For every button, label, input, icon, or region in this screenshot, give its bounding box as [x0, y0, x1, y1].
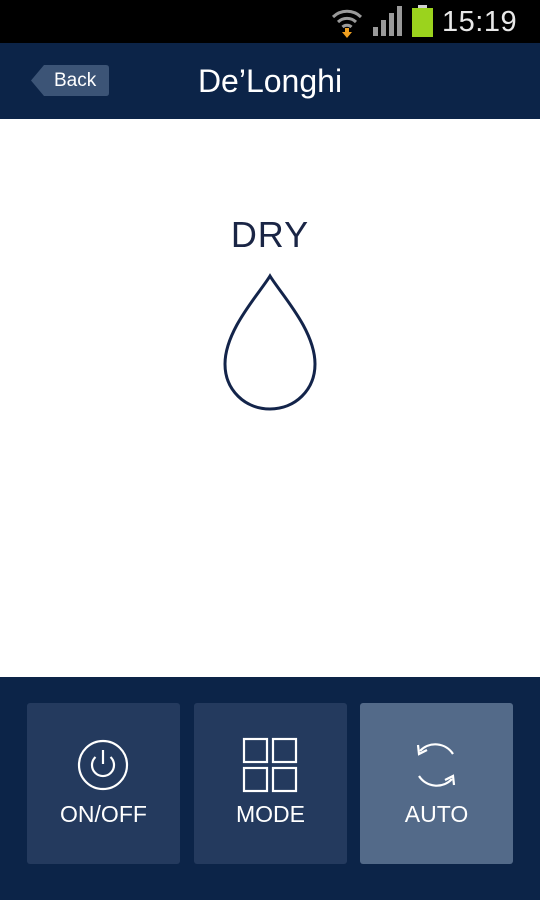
control-bar: ON/OFF MODE AUTO	[0, 677, 540, 900]
on-off-button[interactable]: ON/OFF	[27, 703, 180, 864]
screen: 15:19 Back De’Longhi DRY ON/OFF MODE AUT…	[0, 0, 540, 900]
status-time: 15:19	[442, 6, 518, 38]
battery-icon	[411, 5, 435, 42]
auto-button[interactable]: AUTO	[360, 703, 513, 864]
refresh-icon	[408, 737, 464, 798]
mode-label: MODE	[236, 801, 305, 827]
mode-button[interactable]: MODE	[194, 703, 347, 864]
water-drop-icon	[219, 272, 321, 419]
main-content: DRY	[0, 119, 540, 677]
power-icon	[75, 737, 131, 798]
auto-label: AUTO	[404, 801, 469, 827]
grid-icon	[242, 737, 298, 798]
signal-strength-icon	[372, 5, 406, 42]
on-off-label: ON/OFF	[60, 801, 147, 827]
app-header: Back De’Longhi	[0, 43, 540, 119]
current-mode-label: DRY	[230, 214, 310, 255]
wifi-icon	[330, 5, 364, 44]
app-title: De’Longhi	[197, 63, 343, 99]
back-button[interactable]: Back	[30, 64, 110, 97]
back-button-label: Back	[54, 70, 97, 91]
status-bar: 15:19	[0, 0, 540, 43]
